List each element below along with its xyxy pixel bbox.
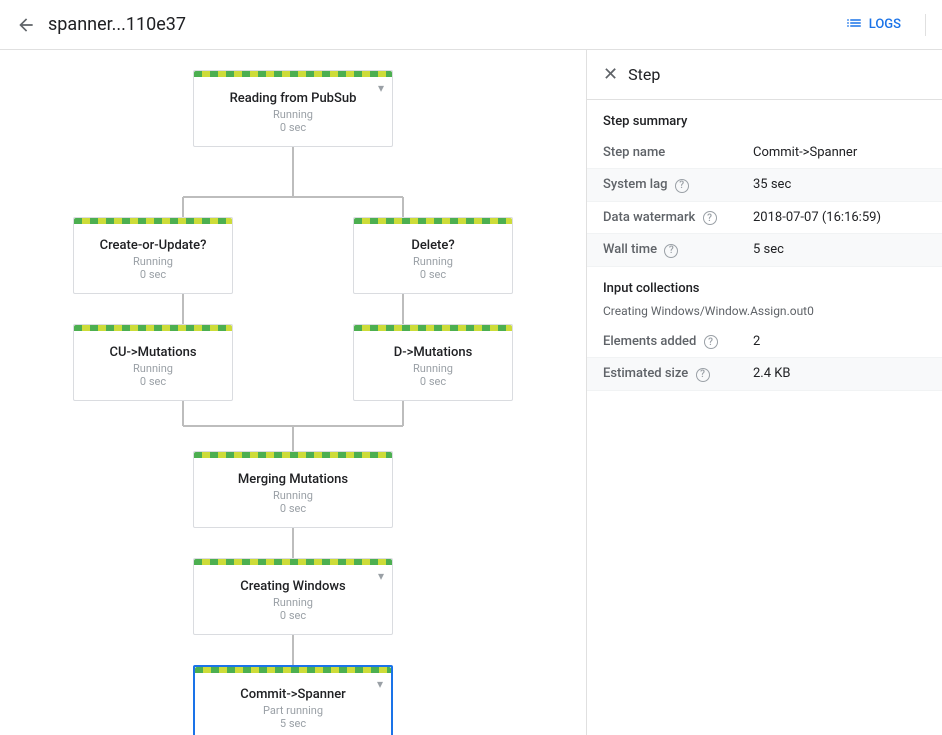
page-title: spanner...110e37 — [48, 14, 446, 35]
chevron-down-icon-3: ▾ — [377, 677, 383, 691]
step-name-row: Step name Commit->Spanner — [587, 137, 942, 169]
elements-added-row: Elements added ? 2 — [587, 326, 942, 358]
node-cu-mutations[interactable]: CU->Mutations Running 0 sec — [73, 324, 233, 401]
node-merging[interactable]: Merging Mutations Running 0 sec — [193, 451, 393, 528]
merge-lines — [53, 401, 533, 451]
node-creating-windows[interactable]: ▾ Creating Windows Running 0 sec — [193, 558, 393, 635]
node-create-update[interactable]: Create-or-Update? Running 0 sec — [73, 217, 233, 294]
node-commit-spanner-status: Part running — [215, 704, 371, 717]
estimated-size-row: Estimated size ? 2.4 KB — [587, 358, 942, 391]
elements-added-help-icon[interactable]: ? — [704, 335, 718, 349]
node-cu-mutations-name: CU->Mutations — [94, 345, 212, 360]
wall-time-value: 5 sec — [737, 234, 942, 267]
step-summary-title: Step summary — [587, 100, 942, 137]
node-d-mutations-time: 0 sec — [374, 375, 492, 388]
node-commit-spanner-time: 5 sec — [215, 717, 371, 730]
header: spanner...110e37 LOGS — [0, 0, 942, 50]
elements-added-label: Elements added ? — [587, 326, 737, 358]
node-merging-name: Merging Mutations — [214, 472, 372, 487]
step-name-value: Commit->Spanner — [737, 137, 942, 169]
node-create-update-time: 0 sec — [94, 268, 212, 281]
logs-icon — [845, 14, 863, 36]
logs-label: LOGS — [869, 17, 901, 32]
node-reading-time: 0 sec — [214, 121, 372, 134]
node-merging-status: Running — [214, 489, 372, 502]
node-cu-mutations-status: Running — [94, 362, 212, 375]
node-reading[interactable]: ▾ Reading from PubSub Running 0 sec — [193, 70, 393, 147]
node-d-mutations-name: D->Mutations — [374, 345, 492, 360]
wall-time-help-icon[interactable]: ? — [664, 244, 678, 258]
node-delete-status: Running — [374, 255, 492, 268]
node-commit-spanner-name: Commit->Spanner — [215, 687, 371, 702]
node-creating-windows-time: 0 sec — [214, 609, 372, 622]
input-collections-title: Input collections — [587, 267, 942, 300]
node-merging-time: 0 sec — [214, 502, 372, 515]
node-reading-status: Running — [214, 108, 372, 121]
node-d-mutations[interactable]: D->Mutations Running 0 sec — [353, 324, 513, 401]
step-name-label: Step name — [587, 137, 737, 169]
system-lag-row: System lag ? 35 sec — [587, 169, 942, 202]
collection-stats-table: Elements added ? 2 Estimated size ? 2.4 … — [587, 326, 942, 391]
data-watermark-row: Data watermark ? 2018-07-07 (16:16:59) — [587, 201, 942, 234]
mutations-nodes-row: CU->Mutations Running 0 sec D->Mutations… — [53, 324, 533, 401]
node-reading-name: Reading from PubSub — [214, 91, 372, 106]
branch-nodes-row: Create-or-Update? Running 0 sec Delete? … — [53, 217, 533, 294]
close-button[interactable]: ✕ — [603, 64, 618, 85]
system-lag-label: System lag ? — [587, 169, 737, 202]
step-panel-title: Step — [628, 65, 660, 84]
main-content: ▾ Reading from PubSub Running 0 sec — [0, 50, 942, 735]
pipeline-panel: ▾ Reading from PubSub Running 0 sec — [0, 50, 587, 735]
data-watermark-value: 2018-07-07 (16:16:59) — [737, 201, 942, 234]
wall-time-label: Wall time ? — [587, 234, 737, 267]
node-create-update-status: Running — [94, 255, 212, 268]
chevron-down-icon-2: ▾ — [378, 569, 384, 583]
elements-added-value: 2 — [737, 326, 942, 358]
branch-connector-mid — [53, 294, 533, 324]
node-d-mutations-status: Running — [374, 362, 492, 375]
step-panel: ✕ Step Step summary Step name Commit->Sp… — [587, 50, 942, 735]
branch-lines-top — [53, 177, 533, 217]
collection-path: Creating Windows/Window.Assign.out0 — [587, 300, 942, 326]
node-cu-mutations-time: 0 sec — [94, 375, 212, 388]
logs-button[interactable]: LOGS — [845, 14, 926, 36]
node-delete-name: Delete? — [374, 238, 492, 253]
node-commit-spanner[interactable]: ▾ Commit->Spanner Part running 5 sec — [193, 665, 393, 735]
chevron-down-icon: ▾ — [378, 81, 384, 95]
wall-time-row: Wall time ? 5 sec — [587, 234, 942, 267]
system-lag-help-icon[interactable]: ? — [675, 179, 689, 193]
system-lag-value: 35 sec — [737, 169, 942, 202]
estimated-size-help-icon[interactable]: ? — [696, 368, 710, 382]
node-creating-windows-status: Running — [214, 596, 372, 609]
step-summary-table: Step name Commit->Spanner System lag ? 3… — [587, 137, 942, 267]
pipeline-diagram: ▾ Reading from PubSub Running 0 sec — [20, 70, 566, 735]
node-delete[interactable]: Delete? Running 0 sec — [353, 217, 513, 294]
back-button[interactable] — [16, 15, 36, 35]
node-delete-time: 0 sec — [374, 268, 492, 281]
data-watermark-help-icon[interactable]: ? — [703, 211, 717, 225]
estimated-size-value: 2.4 KB — [737, 358, 942, 391]
data-watermark-label: Data watermark ? — [587, 201, 737, 234]
node-creating-windows-name: Creating Windows — [214, 579, 372, 594]
step-panel-header: ✕ Step — [587, 50, 942, 100]
node-create-update-name: Create-or-Update? — [94, 238, 212, 253]
estimated-size-label: Estimated size ? — [587, 358, 737, 391]
